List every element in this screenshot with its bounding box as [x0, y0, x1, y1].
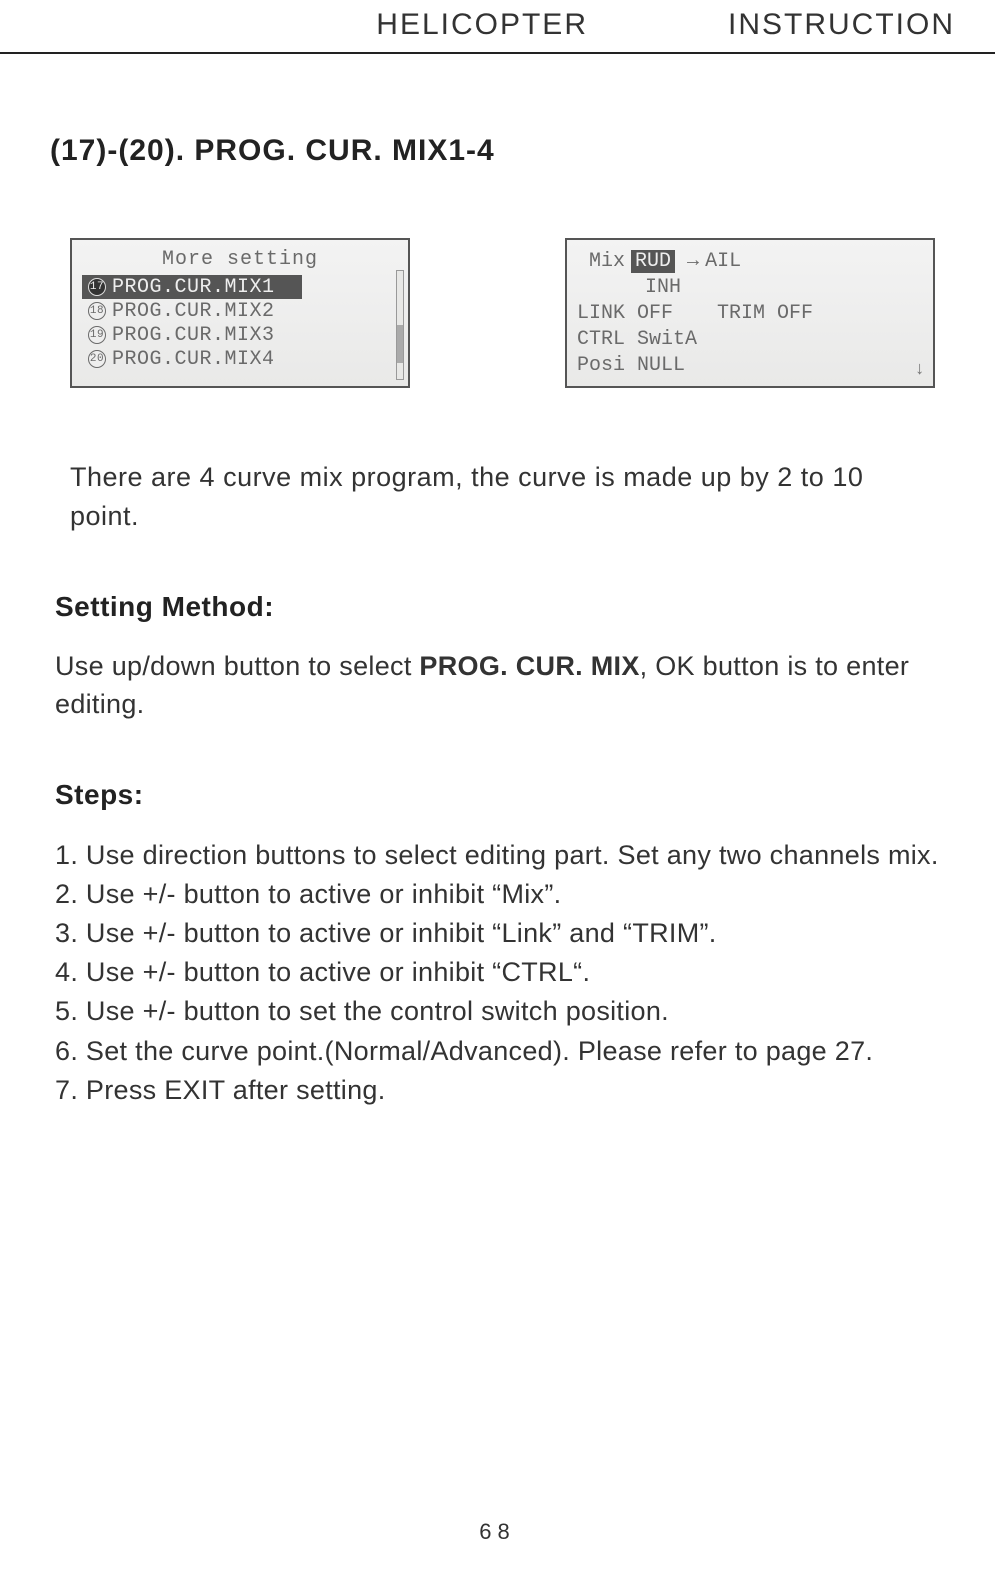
text-pre: Use up/down button to select — [55, 651, 419, 681]
menu-item-label: PROG.CUR.MIX1 — [112, 276, 275, 299]
link-label: LINK — [577, 302, 637, 325]
mix-to-value: AIL — [705, 250, 741, 273]
page: HELICOPTER INSTRUCTION (17)-(20). PROG. … — [0, 0, 995, 1575]
trim-label: TRIM — [717, 302, 777, 325]
step-2: 2. Use +/- button to active or inhibit “… — [55, 875, 965, 914]
header-right: INSTRUCTION — [728, 8, 955, 42]
step-1: 1. Use direction buttons to select editi… — [55, 836, 965, 875]
mix-label: Mix — [589, 250, 625, 273]
menu-index-icon: 18 — [88, 302, 106, 320]
setting-method-text: Use up/down button to select PROG. CUR. … — [55, 648, 955, 724]
ctrl-row: CTRL SwitA — [577, 326, 923, 352]
ctrl-value[interactable]: SwitA — [637, 328, 697, 351]
intro-text: There are 4 curve mix program, the curve… — [70, 458, 935, 536]
menu-index-icon: 19 — [88, 326, 106, 344]
menu-item-mix3[interactable]: 19 PROG.CUR.MIX3 — [82, 323, 398, 347]
ctrl-label: CTRL — [577, 328, 637, 351]
menu-index-icon: 17 — [88, 278, 106, 296]
inh-row: INH — [577, 274, 923, 300]
step-3: 3. Use +/- button to active or inhibit “… — [55, 914, 965, 953]
mix-label — [577, 250, 589, 273]
setting-method-heading: Setting Method: — [55, 591, 995, 623]
menu-index-icon: 20 — [88, 350, 106, 368]
menu-item-mix2[interactable]: 18 PROG.CUR.MIX2 — [82, 299, 398, 323]
text-bold: PROG. CUR. MIX — [419, 651, 639, 681]
mix-row: Mix RUD → AIL — [577, 248, 923, 274]
inh-value: INH — [645, 276, 681, 299]
link-value[interactable]: OFF — [637, 302, 717, 325]
menu-item-label: PROG.CUR.MIX2 — [112, 300, 275, 323]
lcd-menu-screen: More setting 17 PROG.CUR.MIX1 18 PROG.CU… — [70, 238, 410, 388]
scroll-down-icon[interactable]: ↓ — [914, 360, 925, 380]
lcd-menu-title: More setting — [82, 248, 398, 271]
menu-item-mix1[interactable]: 17 PROG.CUR.MIX1 — [82, 275, 302, 299]
header-left: HELICOPTER — [376, 8, 588, 42]
menu-item-mix4[interactable]: 20 PROG.CUR.MIX4 — [82, 347, 398, 371]
lcd-mix-screen: Mix RUD → AIL INH LINK OFF TRIM OFF CTRL… — [565, 238, 935, 388]
step-6: 6. Set the curve point.(Normal/Advanced)… — [55, 1032, 965, 1071]
posi-row: Posi NULL — [577, 352, 923, 378]
scroll-thumb[interactable] — [397, 325, 403, 363]
posi-value[interactable]: NULL — [637, 354, 685, 377]
link-trim-row: LINK OFF TRIM OFF — [577, 300, 923, 326]
page-number: 68 — [0, 1519, 995, 1545]
step-5: 5. Use +/- button to set the control swi… — [55, 992, 965, 1031]
posi-label: Posi — [577, 354, 637, 377]
scrollbar[interactable] — [396, 270, 404, 380]
page-header: HELICOPTER INSTRUCTION — [0, 0, 995, 54]
steps-list: 1. Use direction buttons to select editi… — [55, 836, 965, 1110]
step-4: 4. Use +/- button to active or inhibit “… — [55, 953, 965, 992]
steps-heading: Steps: — [55, 779, 995, 811]
trim-value[interactable]: OFF — [777, 302, 813, 325]
section-title: (17)-(20). PROG. CUR. MIX1-4 — [50, 134, 995, 168]
step-7: 7. Press EXIT after setting. — [55, 1071, 965, 1110]
arrow-right-icon: → — [687, 250, 699, 273]
lcd-screens: More setting 17 PROG.CUR.MIX1 18 PROG.CU… — [0, 168, 995, 388]
mix-from-value[interactable]: RUD — [631, 250, 675, 273]
menu-item-label: PROG.CUR.MIX4 — [112, 348, 275, 371]
menu-item-label: PROG.CUR.MIX3 — [112, 324, 275, 347]
